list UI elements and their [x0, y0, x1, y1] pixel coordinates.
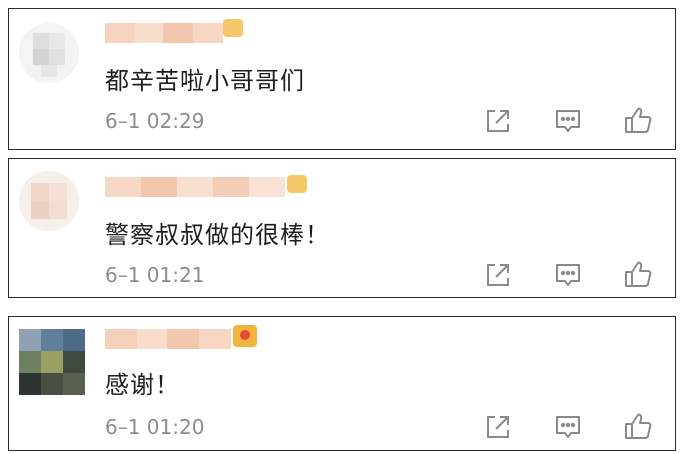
- vip-crown-icon: [233, 325, 257, 347]
- comment-button[interactable]: [553, 412, 583, 442]
- vip-crown-icon: [223, 19, 243, 37]
- timestamp: 6–1 01:21: [105, 263, 205, 287]
- share-arrow-icon: [487, 264, 509, 286]
- comment-button[interactable]: [553, 106, 583, 136]
- share-arrow-icon: [487, 416, 509, 438]
- thumbs-up-icon: [625, 413, 652, 439]
- like-button[interactable]: [623, 411, 653, 441]
- repost-button[interactable]: [483, 412, 513, 442]
- thumbs-up-icon: [625, 107, 652, 133]
- avatar[interactable]: [19, 329, 85, 395]
- vip-crown-icon: [287, 175, 307, 193]
- comment-bubble-icon: [556, 110, 580, 133]
- comment-text: 都辛苦啦小哥哥们: [105, 67, 305, 95]
- comment-text: 感谢！: [105, 371, 180, 399]
- repost-button[interactable]: [483, 106, 513, 136]
- repost-button[interactable]: [483, 260, 513, 290]
- comment-bubble-icon: [556, 416, 580, 439]
- comment-bubble-icon: [556, 264, 580, 287]
- like-button[interactable]: [623, 105, 653, 135]
- share-arrow-icon: [487, 110, 509, 132]
- comment-text: 警察叔叔做的很棒！: [105, 221, 330, 249]
- username-blurred[interactable]: [105, 329, 231, 349]
- avatar[interactable]: [19, 171, 79, 231]
- username-blurred[interactable]: [105, 177, 285, 197]
- timestamp: 6–1 01:20: [105, 415, 205, 439]
- avatar[interactable]: [19, 23, 79, 83]
- comment-card: 感谢！ 6–1 01:20: [8, 316, 676, 451]
- timestamp: 6–1 02:29: [105, 109, 205, 133]
- comment-card: 警察叔叔做的很棒！ 6–1 01:21: [8, 158, 676, 298]
- like-button[interactable]: [623, 259, 653, 289]
- comment-button[interactable]: [553, 260, 583, 290]
- comment-card: 都辛苦啦小哥哥们 6–1 02:29: [8, 8, 676, 150]
- thumbs-up-icon: [625, 261, 652, 287]
